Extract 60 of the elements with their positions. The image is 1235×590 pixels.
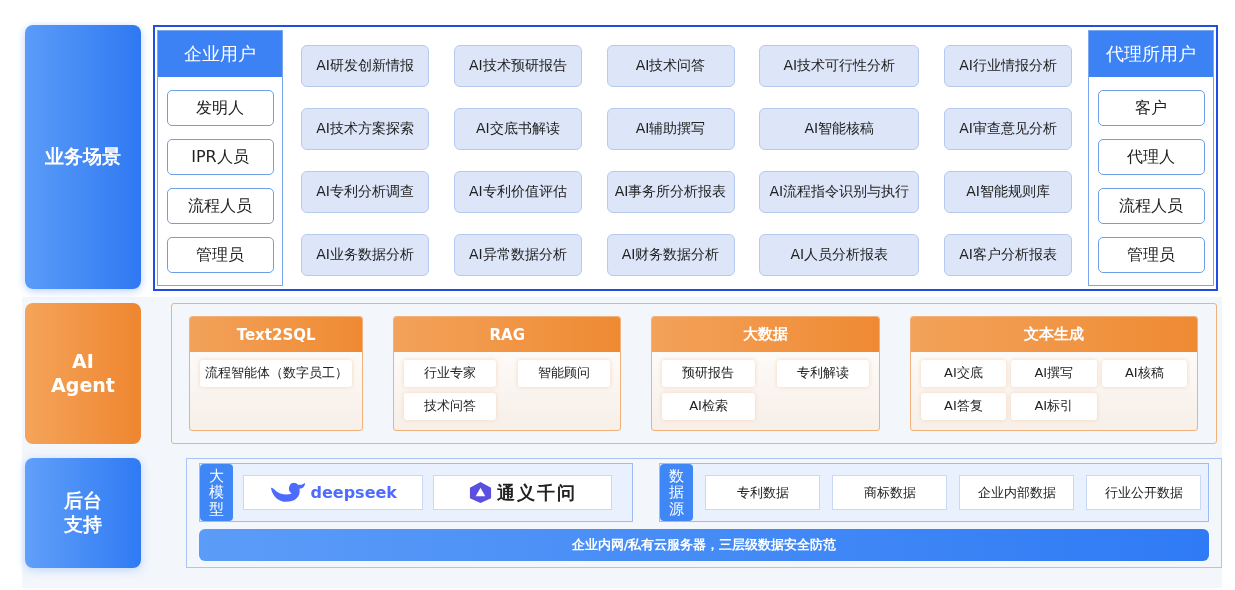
data-source-tag: 行业公开数据 [1086, 475, 1201, 510]
role-button[interactable]: 代理人 [1097, 139, 1205, 175]
function-button[interactable]: AI业务数据分析 [301, 234, 429, 276]
capability-tag: 预研报告 [662, 360, 755, 387]
capability-tag: AI交底 [920, 360, 1007, 387]
brand-name: deepseek [310, 483, 397, 502]
triangle-logo-icon [467, 480, 493, 505]
whale-icon [268, 480, 307, 505]
layer-label: 业务场景 [25, 25, 141, 289]
capability-tag: AI撰写 [1011, 360, 1097, 387]
group-title: 文本生成 [910, 317, 1197, 352]
function-button[interactable]: AI行业情报分析 [944, 45, 1072, 87]
user-group-title: 企业用户 [158, 31, 282, 77]
role-button[interactable]: 管理员 [166, 237, 274, 273]
data-source-tag: 商标数据 [832, 475, 947, 510]
vertical-label: 大模型 [200, 464, 233, 521]
capability-tag: 智能顾问 [518, 360, 611, 387]
function-button[interactable]: AI研发创新情报 [301, 45, 429, 87]
user-group-title: 代理所用户 [1089, 31, 1213, 77]
function-button[interactable]: AI技术问答 [606, 45, 735, 87]
vertical-label: 数据源 [660, 464, 693, 521]
function-button[interactable]: AI智能规则库 [944, 171, 1072, 213]
function-button[interactable]: AI财务数据分析 [606, 234, 735, 276]
function-button[interactable]: AI技术方案探索 [301, 108, 429, 150]
function-button[interactable]: AI流程指令识别与执行 [759, 171, 920, 213]
function-button[interactable]: AI专利价值评估 [453, 171, 582, 213]
function-button[interactable]: AI人员分析报表 [759, 234, 920, 276]
function-button[interactable]: AI专利分析调查 [301, 171, 429, 213]
role-button[interactable]: 客户 [1097, 90, 1205, 126]
function-button[interactable]: AI技术可行性分析 [759, 45, 920, 87]
function-button[interactable]: AI辅助撰写 [606, 108, 735, 150]
role-button[interactable]: 发明人 [166, 90, 274, 126]
group-title: RAG [394, 317, 621, 352]
role-button[interactable]: 流程人员 [1097, 188, 1205, 224]
group-title: 大数据 [652, 317, 879, 352]
function-button[interactable]: AI交底书解读 [453, 108, 582, 150]
group-title: Text2SQL [190, 317, 363, 352]
layer-label: AI Agent [25, 303, 141, 444]
role-button[interactable]: 管理员 [1097, 237, 1205, 273]
function-button[interactable]: AI审查意见分析 [944, 108, 1072, 150]
data-source-tag: 企业内部数据 [959, 475, 1074, 510]
capability-tag: 技术问答 [404, 392, 497, 420]
function-button[interactable]: AI智能核稿 [759, 108, 920, 150]
brand-name: 通义千问 [496, 480, 577, 505]
function-button[interactable]: AI事务所分析报表 [606, 171, 735, 213]
capability-tag: AI核稿 [1101, 360, 1187, 387]
function-button[interactable]: AI异常数据分析 [453, 234, 582, 276]
capability-tag: AI标引 [1011, 392, 1097, 420]
capability-tag: AI答复 [920, 392, 1007, 420]
capability-tag: 流程智能体（数字员工） [200, 360, 353, 387]
function-button[interactable]: AI客户分析报表 [944, 234, 1072, 276]
capability-tag: 专利解读 [776, 360, 869, 387]
role-button[interactable]: IPR人员 [166, 139, 274, 175]
function-button[interactable]: AI技术预研报告 [453, 45, 582, 87]
data-source-tag: 专利数据 [705, 475, 820, 510]
role-button[interactable]: 流程人员 [166, 188, 274, 224]
capability-tag: AI检索 [662, 392, 755, 420]
security-bar: 企业内网/私有云服务器，三层级数据安全防范 [199, 529, 1209, 561]
capability-tag: 行业专家 [404, 360, 497, 387]
layer-label: 后台支持 [25, 458, 141, 568]
